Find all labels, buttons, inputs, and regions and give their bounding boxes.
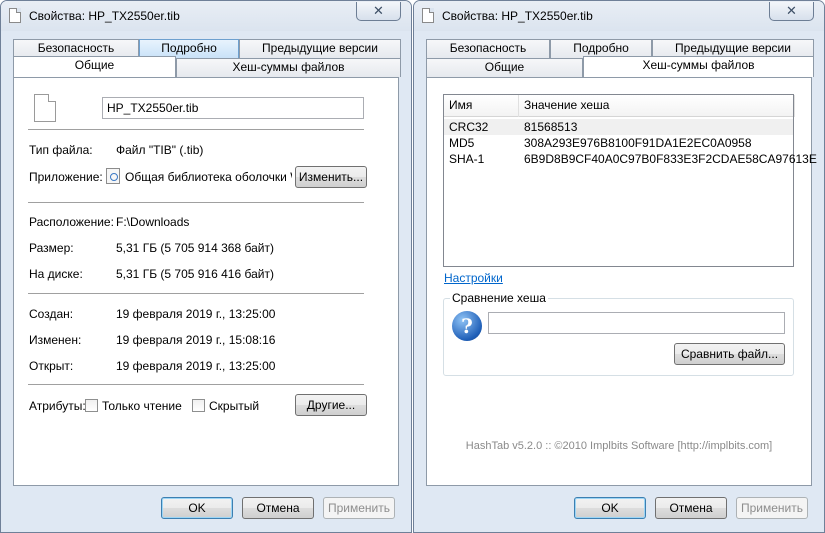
app-value: Общая библиотека оболочки Wi	[125, 170, 292, 184]
window-title: Свойства: HP_TX2550er.tib	[29, 9, 180, 23]
window-title: Свойства: HP_TX2550er.tib	[442, 9, 593, 23]
hash-value: 308A293E976B8100F91DA1E2EC0A0958	[524, 136, 752, 150]
change-button[interactable]: Изменить...	[295, 166, 367, 188]
location-value: F:\Downloads	[116, 215, 190, 229]
settings-link[interactable]: Настройки	[444, 271, 503, 285]
readonly-checkbox[interactable]	[85, 399, 98, 412]
shell-library-icon	[106, 168, 120, 184]
hidden-label[interactable]: Скрытый	[209, 399, 259, 413]
properties-window-hashes: Свойства: HP_TX2550er.tib ✕ Безопасность…	[413, 0, 825, 533]
tab-hash-sums[interactable]: Хеш-суммы файлов	[583, 56, 814, 77]
hash-row[interactable]: SHA-1 6B9D8B9CF40A0C97B0F833E3F2CDAE58CA…	[444, 151, 817, 167]
ok-button[interactable]: OK	[161, 497, 233, 519]
tab-strip: Безопасность Подробно Предыдущие версии …	[13, 39, 401, 79]
apply-button[interactable]: Применить	[736, 497, 808, 519]
size-label: Размер:	[29, 241, 74, 255]
modified-value: 19 февраля 2019 г., 15:08:16	[116, 333, 276, 347]
properties-window-general: Свойства: HP_TX2550er.tib ✕ Безопасность…	[0, 0, 412, 533]
file-type-label: Тип файла:	[29, 143, 93, 157]
filename-field[interactable]: HP_TX2550er.tib	[102, 97, 364, 119]
column-hash-value[interactable]: Значение хеша	[519, 95, 795, 117]
hash-list[interactable]: Имя Значение хеша CRC32 81568513 MD5 308…	[443, 94, 817, 267]
hidden-checkbox[interactable]	[192, 399, 205, 412]
question-icon: ?	[452, 311, 482, 341]
opened-value: 19 февраля 2019 г., 13:25:00	[116, 359, 276, 373]
app-label: Приложение:	[29, 170, 103, 184]
cancel-button[interactable]: Отмена	[655, 497, 727, 519]
general-panel: HP_TX2550er.tib Тип файла: Файл "TIB" (.…	[13, 77, 399, 486]
tab-strip: Безопасность Подробно Предыдущие версии …	[426, 39, 814, 79]
column-name[interactable]: Имя	[444, 95, 519, 117]
other-attributes-button[interactable]: Другие...	[295, 394, 367, 416]
hash-compare-title: Сравнение хеша	[450, 291, 548, 305]
hashtab-credits: HashTab v5.2.0 :: ©2010 Implbits Softwar…	[465, 440, 773, 452]
attributes-label: Атрибуты:	[29, 399, 86, 413]
hash-list-header: Имя Значение хеша	[444, 95, 795, 117]
tab-general[interactable]: Общие	[426, 58, 583, 77]
compare-file-button[interactable]: Сравнить файл...	[674, 343, 785, 365]
apply-button[interactable]: Применить	[323, 497, 395, 519]
title-bar[interactable]: Свойства: HP_TX2550er.tib ✕	[1, 1, 411, 31]
close-button[interactable]: ✕	[356, 2, 401, 21]
hash-name: CRC32	[449, 120, 489, 134]
file-type-value: Файл "TIB" (.tib)	[116, 143, 204, 157]
tab-security[interactable]: Безопасность	[426, 39, 550, 58]
created-value: 19 февраля 2019 г., 13:25:00	[116, 307, 276, 321]
disk-size-value: 5,31 ГБ (5 705 916 416 байт)	[116, 267, 274, 281]
created-label: Создан:	[29, 307, 74, 321]
compare-hash-input[interactable]	[488, 312, 785, 334]
size-value: 5,31 ГБ (5 705 914 368 байт)	[116, 241, 274, 255]
hash-panel: Имя Значение хеша CRC32 81568513 MD5 308…	[426, 77, 817, 486]
file-icon	[422, 8, 434, 23]
divider	[28, 202, 364, 203]
divider	[28, 384, 364, 385]
modified-label: Изменен:	[29, 333, 82, 347]
document-icon	[34, 94, 56, 122]
hash-value: 6B9D8B9CF40A0C97B0F833E3F2CDAE58CA97613E	[524, 152, 817, 166]
location-label: Расположение:	[29, 215, 114, 229]
hash-name: SHA-1	[449, 152, 485, 166]
tab-general[interactable]: Общие	[13, 56, 176, 77]
hash-name: MD5	[449, 136, 475, 150]
cancel-button[interactable]: Отмена	[242, 497, 314, 519]
readonly-label[interactable]: Только чтение	[102, 399, 182, 413]
file-icon	[9, 8, 21, 23]
hash-row[interactable]: MD5 308A293E976B8100F91DA1E2EC0A0958	[444, 135, 793, 151]
hash-value: 81568513	[524, 120, 578, 134]
opened-label: Открыт:	[29, 359, 74, 373]
hash-compare-group: Сравнение хеша ? Сравнить файл...	[443, 291, 794, 376]
divider	[28, 293, 364, 294]
hash-row[interactable]: CRC32 81568513	[444, 119, 793, 135]
tab-previous-versions[interactable]: Предыдущие версии	[239, 39, 401, 58]
tab-hash-sums[interactable]: Хеш-суммы файлов	[176, 58, 401, 77]
disk-size-label: На диске:	[29, 267, 83, 281]
close-button[interactable]: ✕	[769, 2, 814, 21]
ok-button[interactable]: OK	[574, 497, 646, 519]
divider	[28, 129, 364, 130]
title-bar[interactable]: Свойства: HP_TX2550er.tib ✕	[414, 1, 824, 31]
